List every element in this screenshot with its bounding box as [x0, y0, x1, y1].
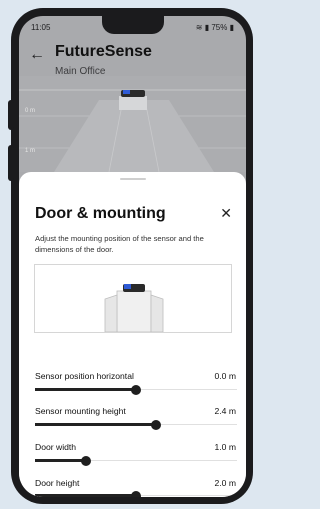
- slider-fill: [35, 459, 86, 462]
- slider-door-width[interactable]: [35, 456, 237, 466]
- control-value-mounting-height: 2.4 m: [214, 406, 237, 416]
- axis-label-1: 1 m: [25, 148, 36, 154]
- battery-icon: ▮: [229, 23, 234, 32]
- slider-thumb[interactable]: [131, 491, 141, 497]
- app-subtitle: Main Office: [55, 66, 106, 77]
- slider-thumb[interactable]: [131, 385, 141, 395]
- slider-thumb[interactable]: [151, 420, 162, 430]
- slider-door-height[interactable]: [35, 491, 237, 497]
- app-screen: 11:05 ≋ ▮ 75% ▮ ← FutureSense Main Offic…: [19, 16, 246, 497]
- app-title: FutureSense: [55, 43, 152, 60]
- room-view: [19, 76, 246, 172]
- control-label-door-height: Door height: [35, 478, 80, 488]
- close-icon[interactable]: ✕: [220, 205, 232, 222]
- status-time: 11:05: [31, 23, 51, 32]
- door-preview: [34, 264, 232, 333]
- slider-mounting-height[interactable]: [35, 420, 237, 430]
- control-label-door-width: Door width: [35, 442, 77, 452]
- control-label-sensor-horizontal: Sensor position horizontal: [35, 371, 134, 381]
- wifi-icon: ≋: [195, 23, 203, 32]
- control-value-sensor-horizontal: 0.0 m: [214, 371, 237, 381]
- slider-sensor-horizontal[interactable]: [35, 385, 237, 395]
- back-arrow-icon[interactable]: ←: [29, 46, 45, 64]
- door-illustration: [104, 284, 164, 333]
- control-value-door-width: 1.0 m: [214, 442, 237, 452]
- slider-fill: [35, 423, 157, 426]
- slider-fill: [35, 388, 136, 391]
- signal-icon: ▮: [204, 23, 210, 32]
- control-value-door-height: 2.0 m: [214, 478, 237, 488]
- control-label-mounting-height: Sensor mounting height: [35, 406, 126, 416]
- sheet-title: Door & mounting: [35, 205, 166, 222]
- status-icons: ≋ ▮ 75% ▮: [196, 23, 234, 32]
- slider-fill: [35, 494, 136, 497]
- sheet-description: Adjust the mounting position of the sens…: [35, 234, 204, 254]
- power-button: [8, 145, 14, 181]
- axis-label-0: 0 m: [25, 108, 36, 114]
- slider-thumb[interactable]: [80, 456, 91, 466]
- volume-button: [8, 100, 14, 130]
- camera-notch: [102, 16, 164, 34]
- drag-handle[interactable]: [120, 178, 146, 180]
- bottom-sheet: Door & mounting ✕ Adjust the mounting po…: [19, 172, 246, 497]
- battery-level: 75%: [211, 23, 228, 32]
